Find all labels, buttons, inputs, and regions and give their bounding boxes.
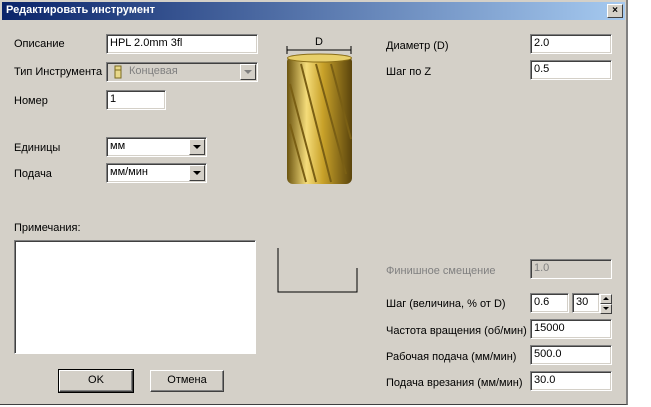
stepover-percent-input[interactable]: 30 <box>572 293 600 313</box>
number-label: Номер <box>14 95 48 107</box>
tool-type-value: Концевая <box>129 65 178 77</box>
chevron-down-icon[interactable] <box>189 139 205 155</box>
units-value: мм <box>110 140 126 152</box>
finish-offset-label: Финишное смещение <box>386 265 496 277</box>
tool-type-select[interactable]: Концевая <box>106 62 258 82</box>
tool-diagram <box>277 46 358 293</box>
stepover-spinner[interactable] <box>600 294 612 314</box>
feed-rate-input[interactable]: 500.0 <box>530 345 612 365</box>
spindle-speed-label: Частота вращения (об/мин) <box>386 325 527 337</box>
spin-up-icon[interactable] <box>600 294 612 304</box>
tool-profile <box>277 248 358 293</box>
edit-tool-dialog: Редактировать инструмент × Описание HPL … <box>0 0 628 405</box>
description-label: Описание <box>14 38 65 50</box>
plunge-rate-label: Подача врезания (мм/мин) <box>386 377 523 389</box>
diameter-label: Диаметр (D) <box>386 40 449 52</box>
spindle-speed-input[interactable]: 15000 <box>530 319 612 339</box>
cancel-button[interactable]: Отмена <box>150 370 224 392</box>
description-input[interactable]: HPL 2.0mm 3fl <box>106 34 258 54</box>
notes-label: Примечания: <box>14 222 81 234</box>
stepover-label: Шаг (величина, % от D) <box>386 298 506 310</box>
tool-type-label: Тип Инструмента <box>14 66 103 78</box>
spin-down-icon[interactable] <box>600 304 612 314</box>
diameter-input[interactable]: 2.0 <box>530 34 612 54</box>
end-mill-icon <box>114 65 122 79</box>
feed-value: мм/мин <box>110 166 148 178</box>
feed-rate-label: Рабочая подача (мм/мин) <box>386 351 517 363</box>
units-select[interactable]: мм <box>106 137 207 157</box>
stepz-input[interactable]: 0.5 <box>530 60 612 80</box>
dimension-line <box>286 46 352 54</box>
chevron-down-icon[interactable] <box>189 165 205 181</box>
title-bar[interactable]: Редактировать инструмент × <box>2 2 625 20</box>
notes-textarea[interactable] <box>14 240 256 354</box>
feed-select[interactable]: мм/мин <box>106 163 207 183</box>
units-label: Единицы <box>14 142 61 154</box>
end-mill-icon <box>287 53 352 184</box>
close-button[interactable]: × <box>607 4 623 18</box>
feed-label: Подача <box>14 168 52 180</box>
window-title: Редактировать инструмент <box>6 4 156 16</box>
plunge-rate-input[interactable]: 30.0 <box>530 371 612 391</box>
number-input[interactable]: 1 <box>106 90 166 110</box>
ok-button[interactable]: OK <box>58 369 134 393</box>
finish-offset-input[interactable]: 1.0 <box>530 259 612 279</box>
stepz-label: Шаг по Z <box>386 66 432 78</box>
stepover-input[interactable]: 0.6 <box>530 293 569 313</box>
chevron-down-icon[interactable] <box>240 64 256 80</box>
